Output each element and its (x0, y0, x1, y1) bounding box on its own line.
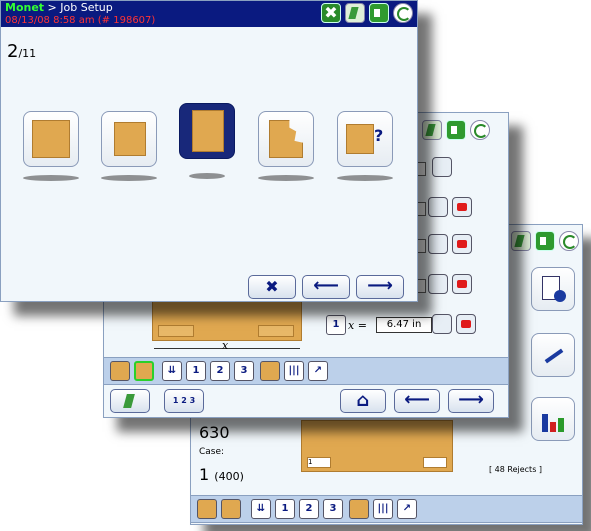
close-icon[interactable]: ✖ (321, 3, 341, 23)
option-shadow-5 (337, 175, 393, 181)
back-button[interactable]: ⟵ (302, 275, 350, 299)
probe-toggle-5[interactable] (432, 314, 452, 334)
damaged-pallet-icon (269, 120, 303, 158)
page-indicator: 2/11 (7, 41, 37, 62)
stringer-pallet-icon (114, 122, 146, 156)
rejects-label: [ 48 Rejects ] (489, 465, 543, 474)
foot-left (158, 325, 194, 337)
step1-icon: 1 (326, 315, 346, 335)
layers-tool[interactable] (110, 361, 130, 381)
edit-icon (123, 394, 135, 408)
x-equals-label: x = (348, 319, 367, 332)
refresh-icon[interactable] (559, 231, 579, 251)
unknown-pallet-icon (346, 124, 374, 154)
full-pallet-option[interactable] (23, 111, 79, 167)
next-button[interactable]: ⟶ (448, 389, 494, 413)
option-shadow-1 (23, 175, 79, 181)
probe-toggle-4[interactable] (428, 274, 448, 294)
refresh-icon[interactable] (470, 120, 490, 140)
screen-title: > Job Setup (44, 1, 113, 14)
pallet-tool[interactable] (221, 499, 241, 519)
stringer-pallet-option[interactable] (101, 111, 157, 167)
stop-toggle-3[interactable] (452, 234, 472, 254)
step2-tool[interactable]: 2 (210, 361, 230, 381)
bar-chart-icon (542, 410, 568, 432)
home-button[interactable]: ⌂ (340, 389, 386, 413)
case-label: Case: (199, 447, 225, 457)
foot-right (258, 325, 294, 337)
edit-icon[interactable] (422, 120, 442, 140)
statistics-button[interactable] (531, 397, 575, 441)
damaged-pallet-option[interactable] (258, 111, 314, 167)
volume-icon[interactable] (446, 120, 466, 140)
title-bar: Monet > Job Setup 08/13/08 8:58 am (# 19… (1, 1, 417, 27)
step3-tool[interactable]: 3 (234, 361, 254, 381)
full-pallet-icon (32, 120, 70, 158)
refresh-icon[interactable] (393, 3, 413, 23)
volume-icon[interactable] (535, 231, 555, 251)
middle-toolbar: ⇊ 1 2 3 ||| ↗ (104, 357, 508, 385)
edit-button[interactable] (110, 389, 150, 413)
unknown-pallet-option[interactable]: ? (337, 111, 393, 167)
app-title: Monet > Job Setup 08/13/08 8:58 am (# 19… (5, 2, 155, 27)
conveyor-tool[interactable]: ⇊ (162, 361, 182, 381)
foot-left: 1 (307, 457, 331, 468)
option-shadow-2 (101, 175, 157, 181)
stop-toggle-5[interactable] (456, 314, 476, 334)
calibrate-icon (544, 348, 564, 364)
foot-right (423, 457, 447, 468)
stop-toggle-2[interactable] (452, 197, 472, 217)
edit-icon[interactable] (511, 231, 531, 251)
block-pallet-icon (192, 110, 224, 152)
back-toolbar: ⇊ 1 2 3 ||| ↗ (191, 495, 582, 523)
pallet-tool[interactable] (134, 361, 154, 381)
probe-toggle-3[interactable] (428, 234, 448, 254)
curve-tool[interactable]: ↗ (397, 499, 417, 519)
step3-tool[interactable]: 3 (323, 499, 343, 519)
conveyor-tool[interactable]: ⇊ (251, 499, 271, 519)
cancel-button[interactable]: ✖ (248, 275, 296, 299)
stop-toggle-4[interactable] (452, 274, 472, 294)
multi-step-button[interactable]: 1 2 3 (164, 389, 204, 413)
case-count: 1 (400) (199, 465, 244, 484)
layers-tool[interactable] (197, 499, 217, 519)
step1-tool[interactable]: 1 (186, 361, 206, 381)
calibrate-button[interactable] (531, 333, 575, 377)
gear-icon (554, 290, 566, 302)
curve-tool[interactable]: ↗ (308, 361, 328, 381)
probe-toggle-2[interactable] (428, 197, 448, 217)
edit-icon[interactable] (345, 3, 365, 23)
brand-label: Monet (5, 1, 45, 14)
x-value-field[interactable]: 6.47 in (376, 317, 432, 333)
bundle-tool[interactable] (260, 361, 280, 381)
step2-tool[interactable]: 2 (299, 499, 319, 519)
step1-tool[interactable]: 1 (275, 499, 295, 519)
question-mark-icon: ? (374, 126, 384, 145)
volume-icon[interactable] (369, 3, 389, 23)
barcode-tool[interactable]: ||| (373, 499, 393, 519)
settings-button[interactable] (531, 267, 575, 311)
dimension-x-label: x (222, 339, 229, 352)
barcode-tool[interactable]: ||| (284, 361, 304, 381)
option-shadow-3 (189, 173, 225, 179)
block-pallet-option[interactable] (179, 103, 235, 159)
front-window: Monet > Job Setup 08/13/08 8:58 am (# 19… (0, 0, 418, 302)
option-shadow-4 (258, 175, 314, 181)
probe-toggle-1[interactable] (432, 157, 452, 177)
bundle-tool[interactable] (349, 499, 369, 519)
count-value: 630 (199, 423, 230, 442)
next-button[interactable]: ⟶ (356, 275, 404, 299)
back-button[interactable]: ⟵ (394, 389, 440, 413)
status-line: 08/13/08 8:58 am (# 198607) (5, 15, 156, 26)
